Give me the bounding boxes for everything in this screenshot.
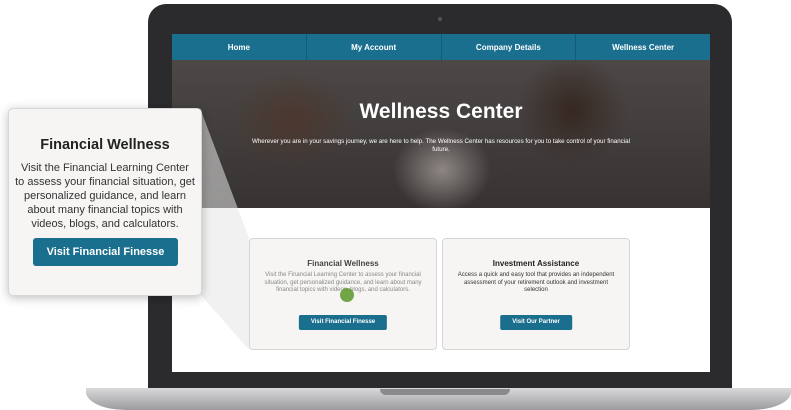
hero-title: Wellness Center xyxy=(359,100,523,123)
laptop-notch xyxy=(380,389,510,395)
nav-item-company-details[interactable]: Company Details xyxy=(442,34,577,60)
zoom-callout: Financial Wellness Visit the Financial L… xyxy=(8,108,202,296)
camera-icon xyxy=(438,17,442,21)
top-nav: Home My Account Company Details Wellness… xyxy=(172,34,710,60)
click-indicator-icon xyxy=(340,288,354,302)
card-title: Investment Assistance xyxy=(492,259,580,268)
nav-item-my-account[interactable]: My Account xyxy=(307,34,442,60)
card-title: Financial Wellness xyxy=(307,259,379,268)
hero-photo-overlay xyxy=(172,60,710,208)
visit-our-partner-button[interactable]: Visit Our Partner xyxy=(500,315,572,330)
card-investment-assistance: Investment Assistance Access a quick and… xyxy=(442,238,630,350)
callout-title: Financial Wellness xyxy=(40,137,170,153)
laptop-screen: Home My Account Company Details Wellness… xyxy=(172,34,710,372)
hero-subtitle: Wherever you are in your savings journey… xyxy=(252,138,630,153)
callout-text: Visit the Financial Learning Center to a… xyxy=(15,162,195,230)
nav-item-wellness-center[interactable]: Wellness Center xyxy=(576,34,710,60)
visit-financial-finesse-button[interactable]: Visit Financial Finesse xyxy=(298,315,388,330)
nav-item-home[interactable]: Home xyxy=(172,34,307,60)
callout-visit-financial-finesse-button[interactable]: Visit Financial Finesse xyxy=(33,238,178,266)
card-text: Access a quick and easy tool that provid… xyxy=(457,272,615,293)
hero-banner: Wellness Center Wherever you are in your… xyxy=(172,60,710,208)
